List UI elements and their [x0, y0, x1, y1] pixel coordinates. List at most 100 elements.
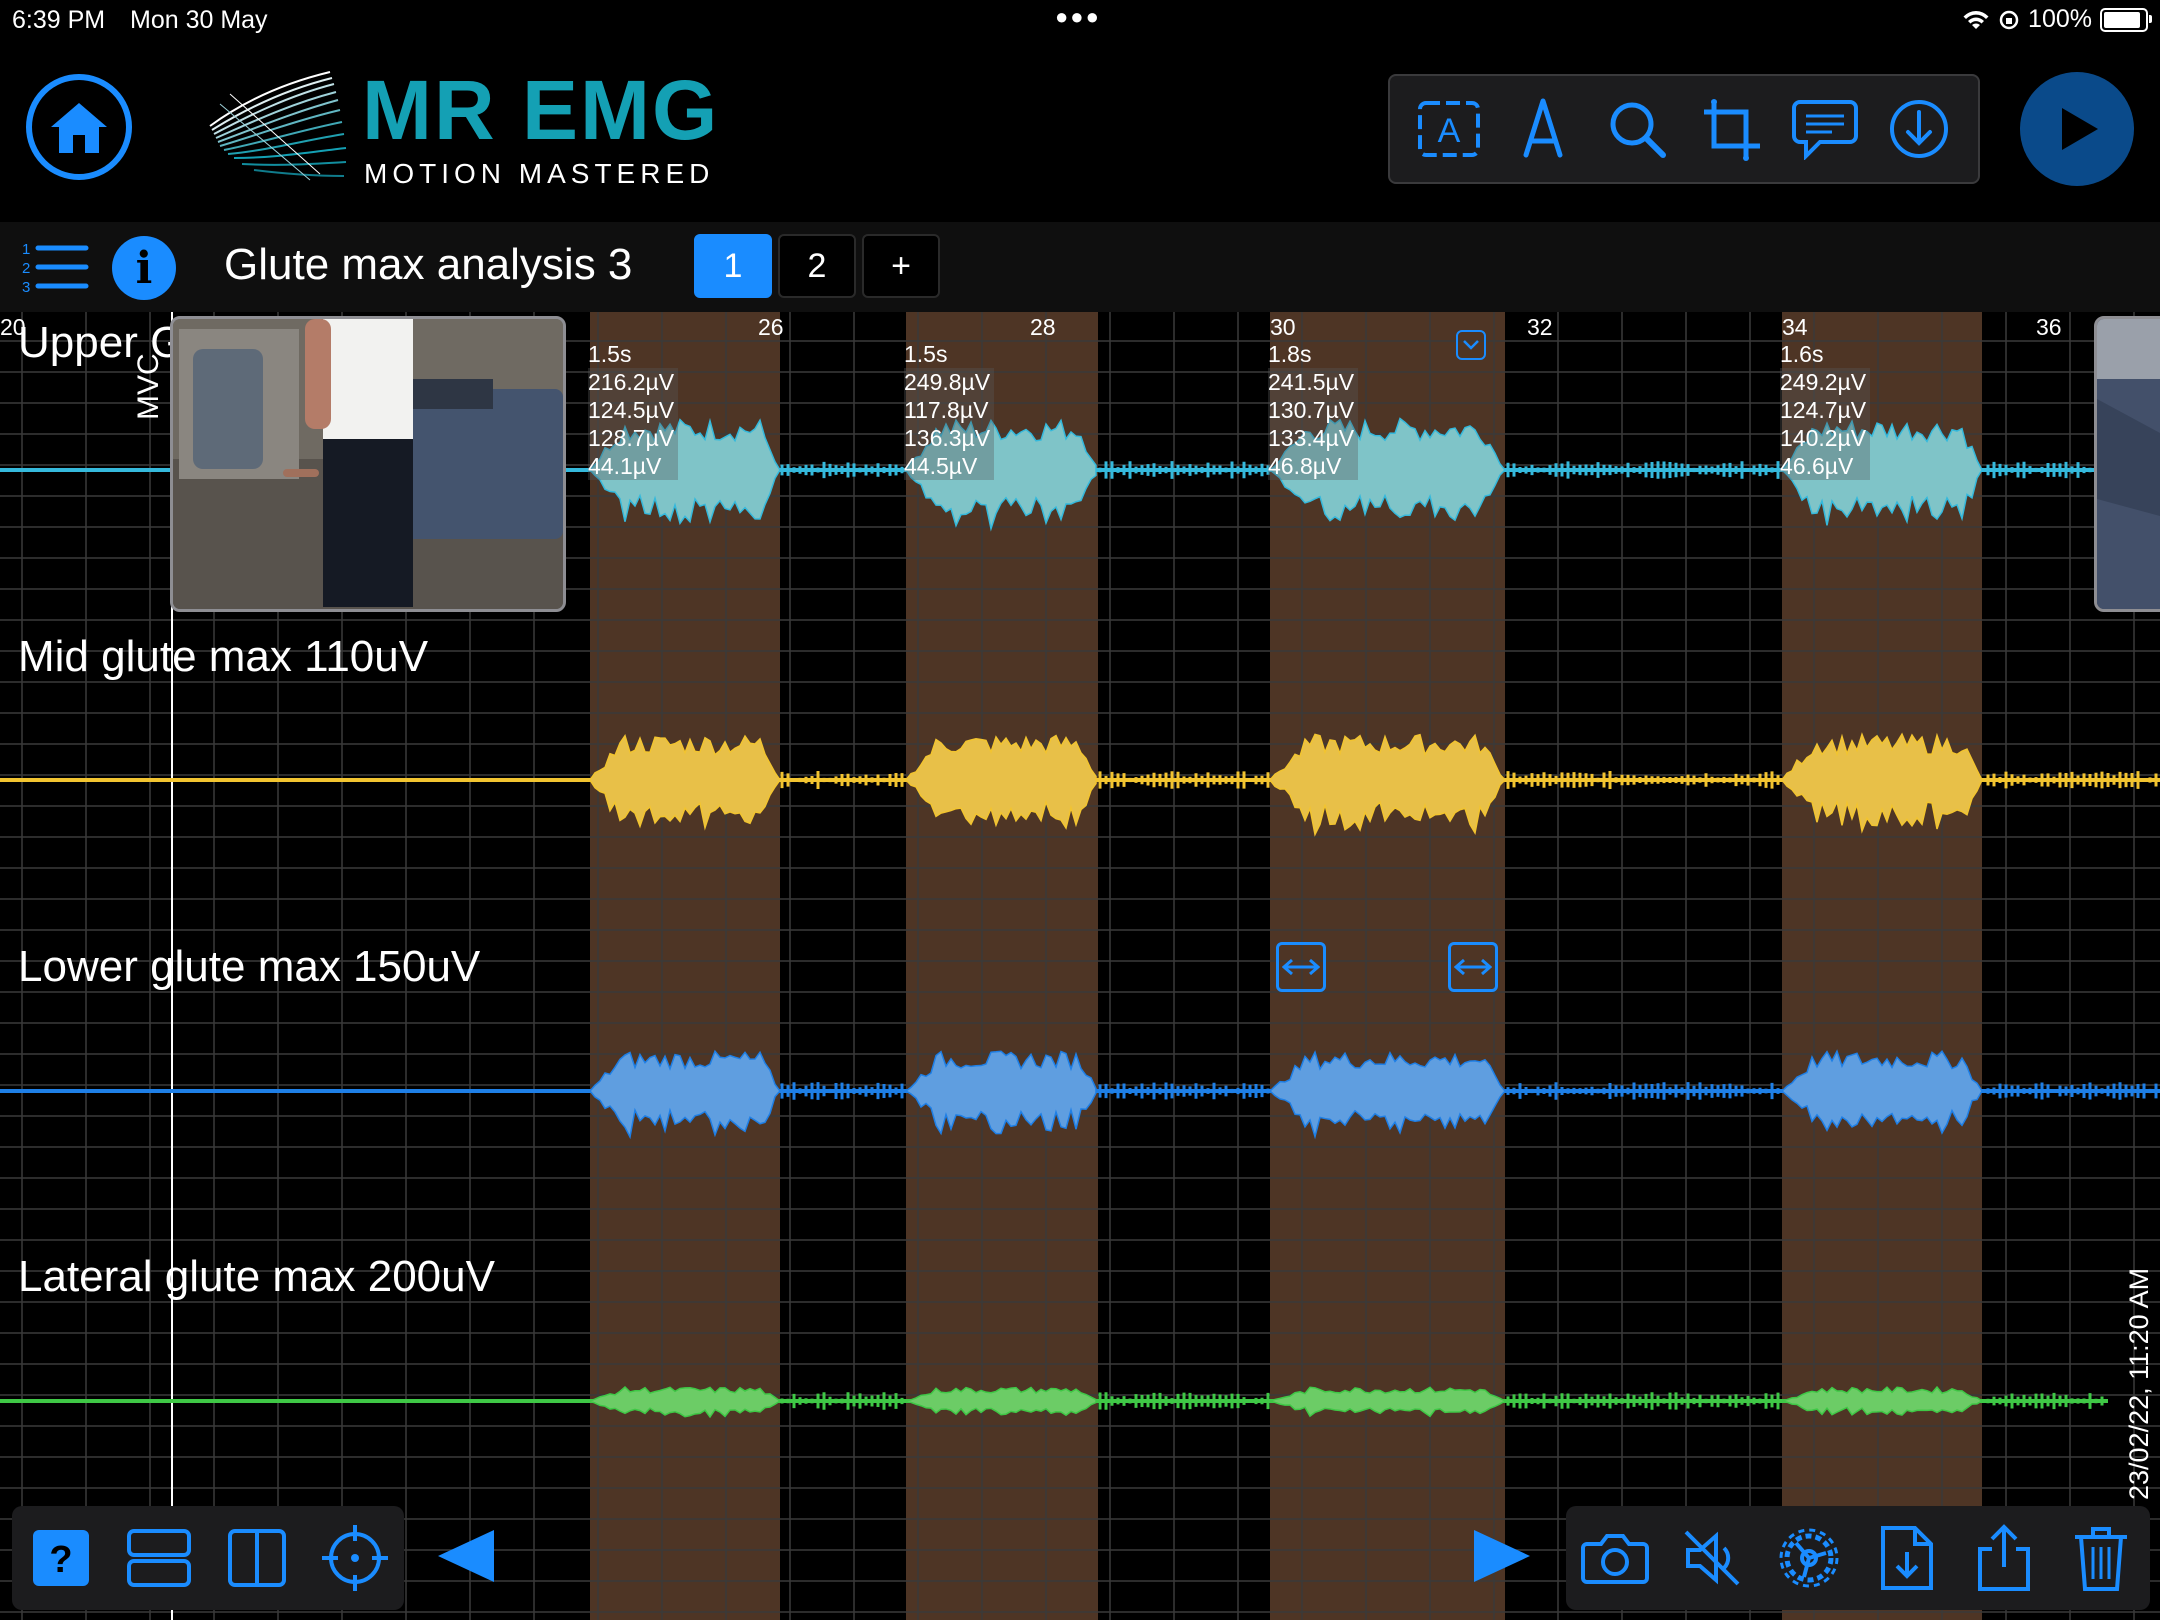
text-box-icon: A [1418, 101, 1480, 157]
resize-horizontal-icon [1454, 958, 1492, 976]
recordings-list-button[interactable]: 1 2 3 [20, 238, 90, 301]
video-thumbnail[interactable] [170, 316, 566, 612]
segment-stat-duration: 1.6s [1780, 341, 1824, 367]
segment-stat-block[interactable]: 1.6s 249.2µV 124.7µV 140.2µV 46.6µV [1780, 340, 1871, 480]
video-thumbnail-next[interactable] [2094, 316, 2160, 612]
signal-burst [904, 1050, 1097, 1136]
segment-stat-v3: 128.7µV [588, 424, 679, 452]
time-tick-label: 32 [1527, 314, 1553, 340]
text-box-button[interactable]: A [1414, 94, 1484, 164]
pen-button[interactable] [1508, 94, 1578, 164]
status-right: 100% [1962, 5, 2152, 34]
recording-timestamp: 23/02/22, 11:20 AM [2124, 1267, 2154, 1500]
segment-stat-block[interactable]: 1.8s 241.5µV 130.7µV 133.4µV 46.8µV [1268, 340, 1359, 480]
segment-stat-duration: 1.5s [588, 341, 632, 367]
previous-button[interactable] [436, 1526, 506, 1590]
segment-menu-button[interactable] [1456, 330, 1486, 360]
time-tick-label: 28 [1030, 314, 1056, 340]
recording-title[interactable]: Glute max analysis 3 [224, 240, 632, 290]
channel-label-mid[interactable]: Mid glute max 110uV [18, 632, 428, 682]
export-file-icon [1880, 1526, 1933, 1590]
delete-button[interactable] [2063, 1520, 2139, 1596]
svg-text:2: 2 [22, 260, 30, 277]
wifi-icon [1963, 10, 1989, 29]
help-button[interactable]: ? [23, 1520, 99, 1596]
logo-subtitle: MOTION MASTERED [364, 158, 715, 189]
segment-stat-v2: 130.7µV [1268, 396, 1359, 424]
chevron-down-icon [1463, 340, 1479, 350]
zoom-icon [1610, 102, 1666, 158]
action-toolbar [1566, 1506, 2150, 1610]
share-button[interactable] [1966, 1520, 2042, 1596]
annotation-toolbar: A [1388, 74, 1980, 184]
info-icon: i [135, 242, 153, 294]
segment-stat-v2: 124.7µV [1780, 396, 1871, 424]
segment-stat-v4: 46.6µV [1780, 452, 1871, 480]
view-toolbar: ? [12, 1506, 404, 1610]
logo-mark-icon [209, 71, 347, 181]
svg-text:A: A [1438, 112, 1461, 150]
arrow-left-icon [438, 1530, 494, 1582]
status-time: 6:39 PM [12, 6, 106, 34]
camera-button[interactable] [1577, 1520, 1653, 1596]
status-date: Mon 30 May [130, 6, 268, 34]
segment-stat-v2: 124.5µV [588, 396, 679, 424]
time-tick-label: 34 [1782, 314, 1808, 340]
camera-icon [1580, 1534, 1649, 1584]
split-view-icon [228, 1529, 286, 1587]
crop-icon [1704, 99, 1760, 161]
channel-label-lateral[interactable]: Lateral glute max 200uV [18, 1252, 495, 1302]
split-view-button[interactable] [219, 1520, 295, 1596]
segment-stat-duration: 1.5s [904, 341, 948, 367]
segment-stat-v4: 44.5µV [904, 452, 995, 480]
segment-stat-v1: 249.8µV [904, 368, 995, 396]
add-page-button[interactable]: + [862, 234, 940, 298]
segment-end-handle[interactable] [1448, 942, 1498, 992]
status-bar: 6:39 PM Mon 30 May ●●● 100% [0, 0, 2160, 40]
segment-stat-v3: 140.2µV [1780, 424, 1871, 452]
pen-icon [1523, 98, 1563, 158]
mute-button[interactable] [1674, 1520, 1750, 1596]
share-icon [1977, 1524, 2030, 1591]
battery-icon [2100, 7, 2152, 32]
page-tab-2[interactable]: 2 [778, 234, 856, 298]
segment-stat-duration: 1.8s [1268, 341, 1312, 367]
trash-icon [2075, 1527, 2128, 1591]
play-button[interactable] [2020, 72, 2134, 186]
multitask-dots-icon[interactable]: ●●● [1055, 4, 1101, 30]
zoom-button[interactable] [1602, 94, 1672, 164]
segment-stat-block[interactable]: 1.5s 216.2µV 124.5µV 128.7µV 44.1µV [588, 340, 679, 480]
channel-label-lower[interactable]: Lower glute max 150uV [18, 942, 480, 992]
signal-burst [1779, 1385, 1984, 1416]
mute-icon [1684, 1530, 1740, 1586]
svg-text:1: 1 [22, 241, 30, 258]
app-header: MR EMG MOTION MASTERED A [0, 40, 2160, 222]
numbered-list-icon: 1 2 3 [22, 241, 89, 296]
page-tab-1[interactable]: 1 [694, 234, 772, 298]
logo: MR EMG MOTION MASTERED [362, 68, 719, 190]
resize-horizontal-icon [1282, 958, 1320, 976]
signal-burst [905, 734, 1097, 830]
comment-button[interactable] [1790, 94, 1860, 164]
logo-title: MR EMG [362, 63, 720, 157]
time-tick-label: 26 [758, 314, 784, 340]
orientation-lock-icon [1999, 10, 2019, 29]
svg-text:3: 3 [22, 279, 30, 296]
segment-stat-block[interactable]: 1.5s 249.8µV 117.8µV 136.3µV 44.5µV [904, 340, 995, 480]
home-button[interactable] [26, 74, 132, 180]
segment-band [906, 312, 1098, 1620]
download-button[interactable] [1884, 94, 1954, 164]
segment-start-handle[interactable] [1276, 942, 1326, 992]
segment-stat-v1: 241.5µV [1268, 368, 1359, 396]
info-button[interactable]: i [112, 236, 176, 300]
time-tick-label: 30 [1270, 314, 1296, 340]
settings-button[interactable] [1771, 1520, 1847, 1596]
export-file-button[interactable] [1869, 1520, 1945, 1596]
target-button[interactable] [317, 1520, 393, 1596]
time-tick-label: 36 [2036, 314, 2062, 340]
stacked-view-button[interactable] [121, 1520, 197, 1596]
segment-stat-v4: 44.1µV [588, 452, 679, 480]
crop-button[interactable] [1696, 94, 1766, 164]
stacked-view-icon [127, 1529, 191, 1587]
next-button[interactable] [1472, 1526, 1542, 1590]
